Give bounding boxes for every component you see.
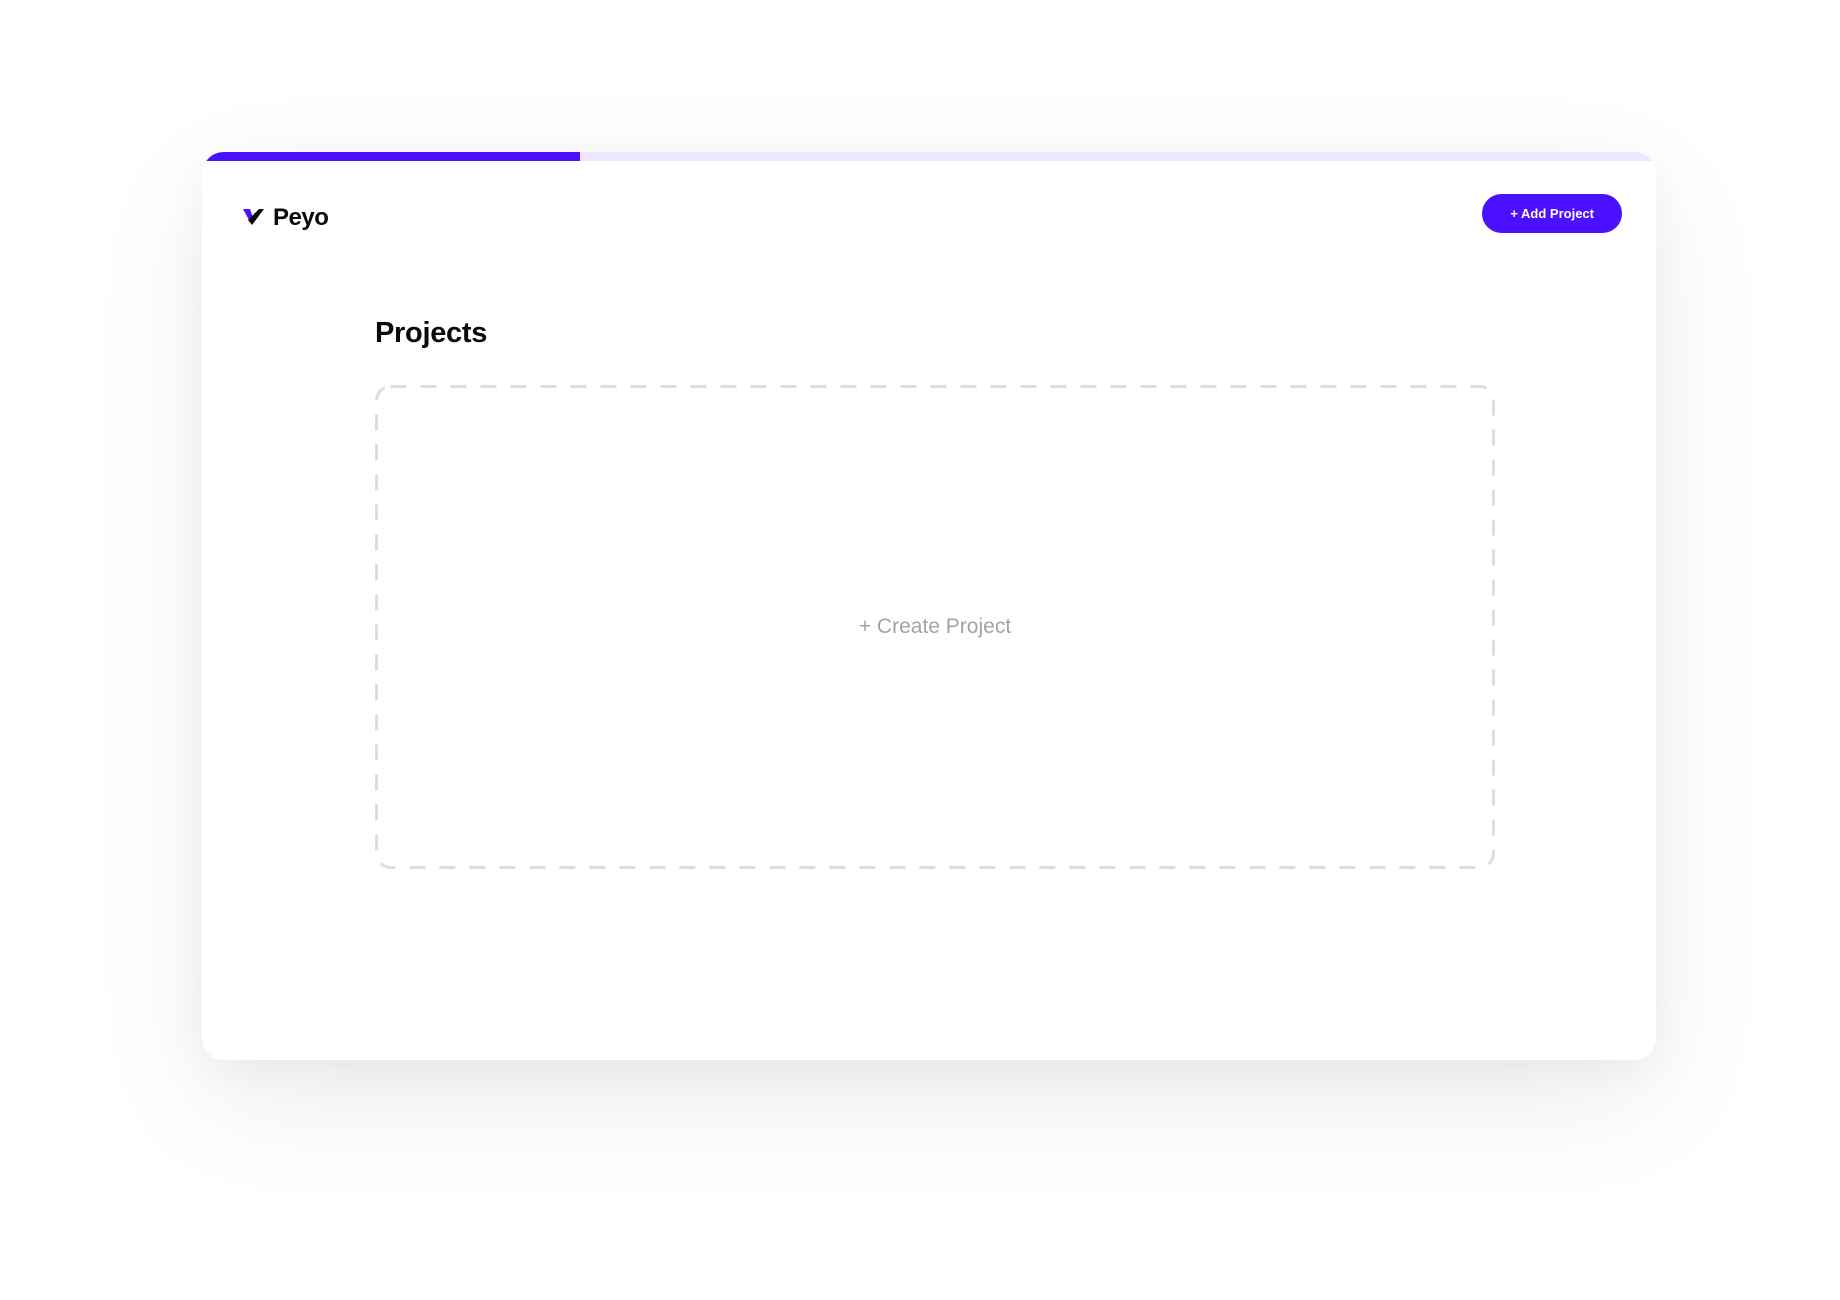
progress-bar-fill [202,152,581,161]
app-window: Peyo + Add Project Projects + Create Pro… [202,152,1656,1060]
page-title: Projects [375,317,488,349]
add-project-button[interactable]: + Add Project [1482,194,1622,233]
brand-logo[interactable]: Peyo [243,204,329,232]
create-project-dropzone[interactable]: + Create Project [375,385,1495,869]
page-stage: Peyo + Add Project Projects + Create Pro… [0,0,1840,1300]
progress-bar [202,152,1656,161]
create-project-label: + Create Project [858,615,1012,638]
peyo-checkmark-icon [243,209,264,225]
brand-name: Peyo [273,204,329,231]
top-header: Peyo + Add Project [202,161,1656,261]
